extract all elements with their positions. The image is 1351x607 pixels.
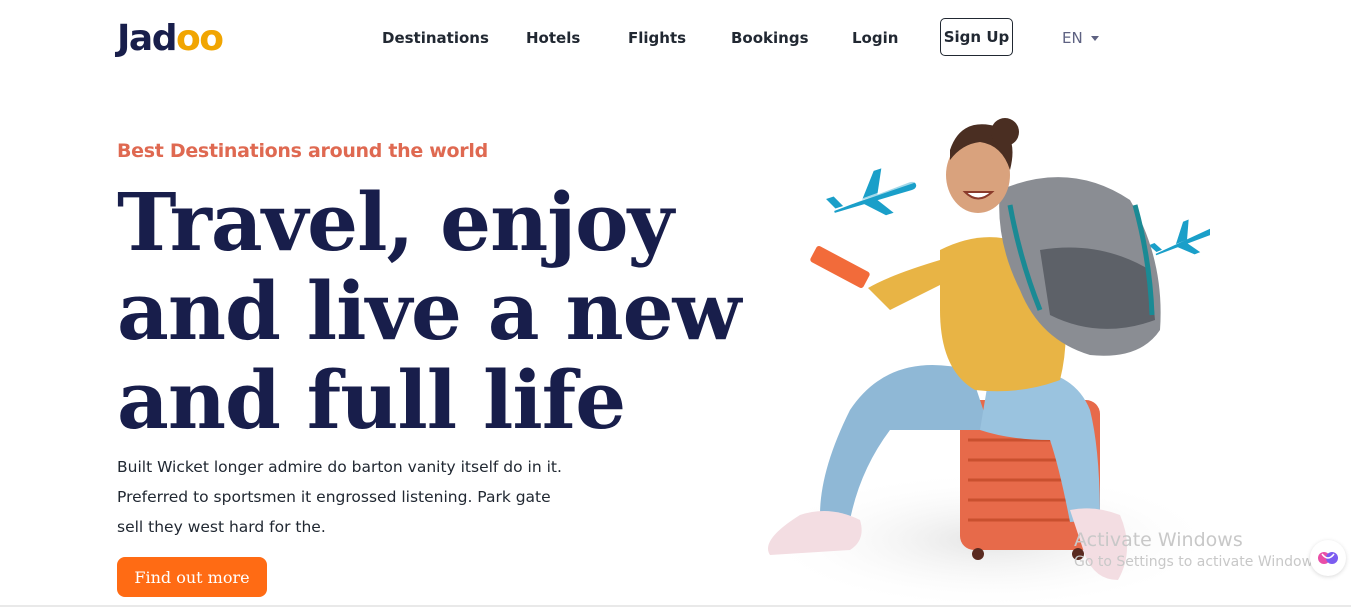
- activate-windows-subtitle: Go to Settings to activate Windows.: [1074, 554, 1325, 570]
- find-out-more-button[interactable]: Find out more: [117, 557, 267, 597]
- nav-destinations[interactable]: Destinations: [382, 28, 489, 48]
- hero-tagline: Best Destinations around the world: [117, 140, 488, 162]
- airplane-icon: [1148, 219, 1210, 256]
- headline-line-2: and live a new: [117, 264, 741, 358]
- logo-prefix: Jad: [117, 18, 177, 59]
- assistant-brain-icon[interactable]: [1310, 540, 1346, 576]
- language-selector[interactable]: EN: [1062, 28, 1099, 48]
- caret-down-icon: [1090, 36, 1099, 41]
- nav-hotels[interactable]: Hotels: [526, 28, 580, 48]
- headline-line-3: and full life: [117, 353, 626, 447]
- nav-flights[interactable]: Flights: [628, 28, 686, 48]
- description-line-2: Preferred to sportsmen it engrossed list…: [117, 488, 551, 506]
- airplane-icon: [826, 168, 917, 216]
- description-line-1: Built Wicket longer admire do barton van…: [117, 458, 562, 476]
- logo[interactable]: Jadoo: [117, 17, 224, 61]
- description-line-3: sell they west hard for the.: [117, 518, 326, 536]
- navbar: Jadoo Destinations Hotels Flights Bookin…: [0, 0, 1351, 76]
- headline-line-1: Travel, enjoy: [117, 175, 674, 269]
- signup-button[interactable]: Sign Up: [940, 18, 1013, 56]
- language-label: EN: [1062, 29, 1083, 47]
- hero-description: Built Wicket longer admire do barton van…: [117, 452, 587, 542]
- hero-headline: Travel, enjoy and live a new and full li…: [117, 175, 741, 447]
- logo-suffix: oo: [175, 18, 224, 59]
- nav-login[interactable]: Login: [852, 28, 898, 48]
- activate-windows-title: Activate Windows: [1074, 529, 1243, 551]
- nav-bookings[interactable]: Bookings: [731, 28, 809, 48]
